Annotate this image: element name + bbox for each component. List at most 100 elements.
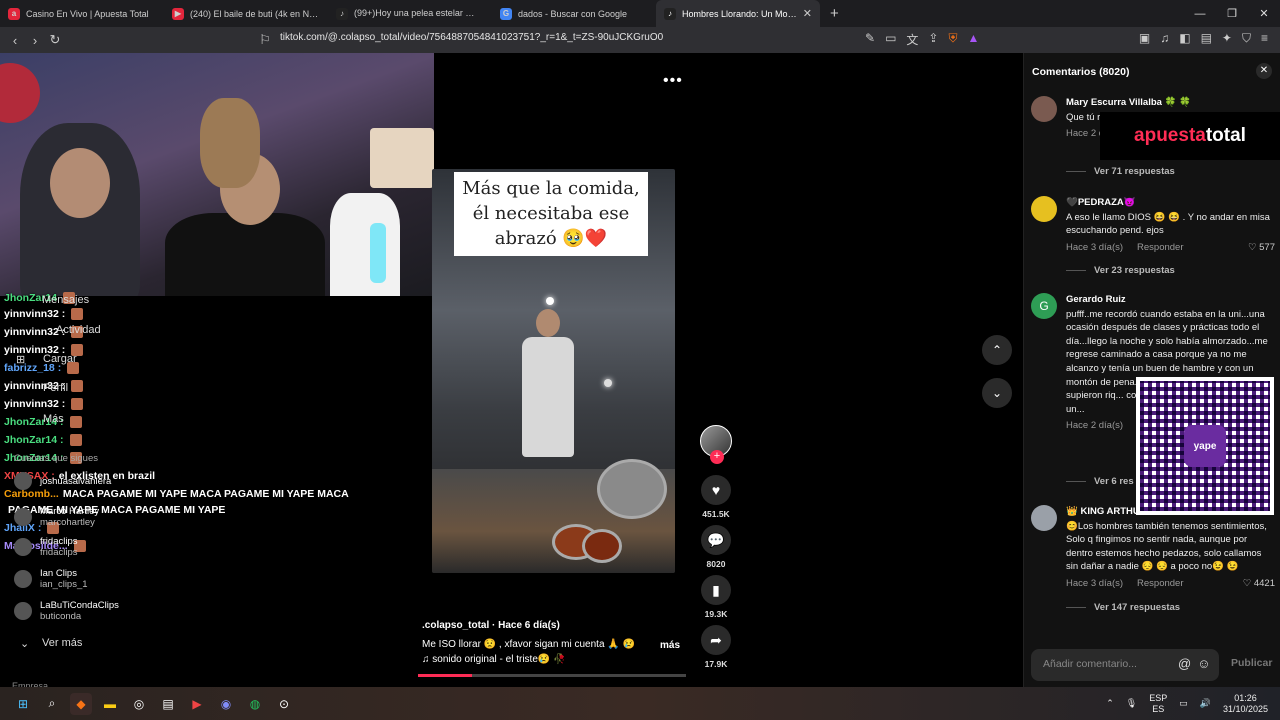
video-author[interactable]: .colapso_total · Hace 6 día(s) (422, 620, 635, 631)
brave-shield-icon[interactable]: ⛨ (948, 31, 957, 48)
share-icon[interactable]: ⇪ (928, 31, 938, 48)
file-explorer-icon[interactable]: ▬ (99, 693, 121, 715)
comment-item: 🖤PEDRAZA😈 A eso le llamo DIOS 😆 😆 . Y no … (1031, 196, 1275, 254)
view-replies-link[interactable]: Ver 23 respuestas (1066, 265, 1175, 276)
creator-avatar[interactable]: + (700, 425, 732, 464)
followed-account[interactable]: Ian Clips ian_clips_1 (14, 568, 88, 590)
comment-icon[interactable]: 💬 (701, 525, 731, 555)
like-icon[interactable]: ♥ (701, 475, 731, 505)
media-icon[interactable]: ♫ (1160, 31, 1169, 46)
view-replies-link[interactable]: Ver 147 respuestas (1066, 602, 1180, 613)
reload-icon[interactable]: ↻ (45, 32, 65, 48)
webcam-overlay (0, 53, 434, 296)
network-icon[interactable]: ▭ (1179, 698, 1188, 709)
system-clock[interactable]: 01:26 31/10/2025 (1223, 693, 1268, 715)
sidebar-link-mas[interactable]: Más (43, 413, 64, 425)
yape-logo: yape (1184, 425, 1226, 467)
mic-icon[interactable]: 🎙 (1126, 698, 1137, 709)
upload-icon[interactable]: ⊞ (16, 353, 25, 366)
following-heading: Cuentas que sigues (14, 453, 98, 464)
view-replies-link[interactable]: Ver 71 respuestas (1066, 166, 1175, 177)
minimize-icon[interactable]: — (1184, 0, 1216, 27)
windows-start-icon[interactable]: ⊞ (12, 693, 34, 715)
follow-plus-icon[interactable]: + (710, 450, 724, 464)
avatar[interactable]: G (1031, 293, 1057, 319)
wallet2-icon[interactable]: ▤ (1201, 31, 1212, 46)
app-icon[interactable]: ▤ (157, 693, 179, 715)
close-window-icon[interactable]: ✕ (1248, 0, 1280, 27)
menu-icon[interactable]: ≡ (1261, 31, 1268, 46)
browser-tab[interactable]: ♪ Hombres Llorando: Un Mome ✕ (656, 0, 820, 27)
tracking-icon[interactable]: ✎ (865, 31, 875, 48)
followed-account[interactable]: joshuasalvaniera (14, 472, 111, 490)
comment-author[interactable]: 🖤PEDRAZA😈 (1066, 196, 1275, 210)
close-tab-icon[interactable]: ✕ (803, 7, 812, 20)
account-name: Marco Hartley (40, 506, 100, 517)
avatar (14, 508, 32, 526)
obs-icon[interactable]: ◎ (128, 693, 150, 715)
previous-video-icon[interactable]: ⌃ (982, 335, 1012, 365)
volume-icon[interactable]: 🔊 (1200, 698, 1211, 709)
chevron-down-icon[interactable]: ⌄ (20, 637, 29, 650)
view-replies-link[interactable]: Ver 6 res (1066, 476, 1134, 487)
browser-tab[interactable]: Gdados - Buscar con Google (492, 0, 656, 27)
browser-tab-bar: a Casino En Vivo | Apuesta Total ▶ (240) El… (0, 0, 1280, 27)
sidebar-link-cargar[interactable]: Cargar (43, 353, 77, 365)
sidebar-link-actividad[interactable]: Actividad (56, 324, 101, 336)
followed-account[interactable]: Marco Hartley marcohartley (14, 506, 99, 528)
discord-icon[interactable]: ◉ (215, 693, 237, 715)
comment-author[interactable]: Gerardo Ruiz (1066, 293, 1275, 307)
avatar[interactable] (1031, 96, 1057, 122)
mention-icon[interactable]: @ (1178, 656, 1191, 671)
bookmark-save-icon[interactable]: ▮ (701, 575, 731, 605)
tray-expand-icon[interactable]: ⌃ (1106, 698, 1114, 709)
next-video-icon[interactable]: ⌄ (982, 378, 1012, 408)
comment-text: A eso le llamo DIOS 😆 😆 . Y no andar en … (1066, 211, 1270, 237)
reply-button[interactable]: Responder (1137, 241, 1183, 255)
cast-icon[interactable]: ▭ (885, 31, 896, 48)
browser-tab[interactable]: a Casino En Vivo | Apuesta Total (0, 0, 164, 27)
account-handle: marcohartley (40, 517, 95, 528)
avatar[interactable] (1031, 505, 1057, 531)
share-arrow-icon[interactable]: ➦ (701, 625, 731, 655)
wallet-icon[interactable]: ▣ (1139, 31, 1150, 46)
account-handle: fridaclips (40, 547, 78, 558)
followed-account[interactable]: LaBuTiCondaClips buticonda (14, 600, 119, 622)
video-player[interactable]: Más que la comida, él necesitaba ese abr… (432, 169, 675, 573)
video-sound[interactable]: ♫ sonido original - el triste😢 🥀 (422, 654, 635, 665)
back-icon[interactable]: ‹ (5, 33, 25, 48)
leo-icon[interactable]: ✦ (1222, 31, 1232, 46)
browser-tab[interactable]: ▶ (240) El baile de buti (4k en Navidad (164, 0, 328, 27)
sidebar-link-perfil[interactable]: Perfil (43, 382, 68, 394)
avatar[interactable] (1031, 196, 1057, 222)
browser-tab[interactable]: ♪ (99+)Hoy una pelea estelar 📺 #Mo (328, 0, 492, 27)
video-progress-bar[interactable] (418, 674, 686, 677)
bookmark-icon[interactable]: ⚐ (255, 32, 275, 48)
gamepad-icon[interactable]: ⊙ (273, 693, 295, 715)
ver-mas-link[interactable]: Ver más (42, 637, 82, 649)
brave-browser-icon[interactable]: ◆ (70, 692, 92, 715)
rewards-icon[interactable]: ▲ (968, 31, 980, 48)
comment-like-button[interactable]: ♡ 577 (1248, 241, 1275, 255)
publish-button[interactable]: Publicar (1231, 657, 1272, 669)
media-player-icon[interactable]: ▶ (186, 693, 208, 715)
search-icon[interactable]: ⌕ (41, 693, 63, 715)
new-tab-button[interactable]: + (820, 5, 849, 22)
comment-author[interactable]: Mary Escurra Villalba 🍀 🍀 (1066, 96, 1275, 110)
language-indicator[interactable]: ESP ES (1149, 693, 1167, 715)
more-description-link[interactable]: más (660, 640, 680, 651)
comment-like-button[interactable]: ♡ 4421 (1243, 577, 1275, 591)
emoji-icon[interactable]: ☺ (1197, 656, 1210, 671)
translate-icon[interactable]: 文 (906, 31, 918, 48)
reply-button[interactable]: Responder (1137, 577, 1183, 591)
sidebar-icon[interactable]: ◧ (1179, 31, 1190, 46)
vpn-icon[interactable]: ⛉ (1242, 31, 1251, 46)
more-options-icon[interactable]: ••• (663, 72, 683, 90)
sidebar-link-mensajes[interactable]: Mensajes (42, 294, 89, 306)
chrome-icon[interactable]: ◍ (244, 693, 266, 715)
restore-icon[interactable]: ❐ (1216, 0, 1248, 27)
close-icon[interactable]: ✕ (1256, 63, 1272, 79)
url-field[interactable]: tiktok.com/@.colapso_total/video/7564887… (280, 32, 663, 43)
followed-account[interactable]: fridaclips fridaclips (14, 536, 78, 558)
forward-icon[interactable]: › (25, 33, 45, 48)
